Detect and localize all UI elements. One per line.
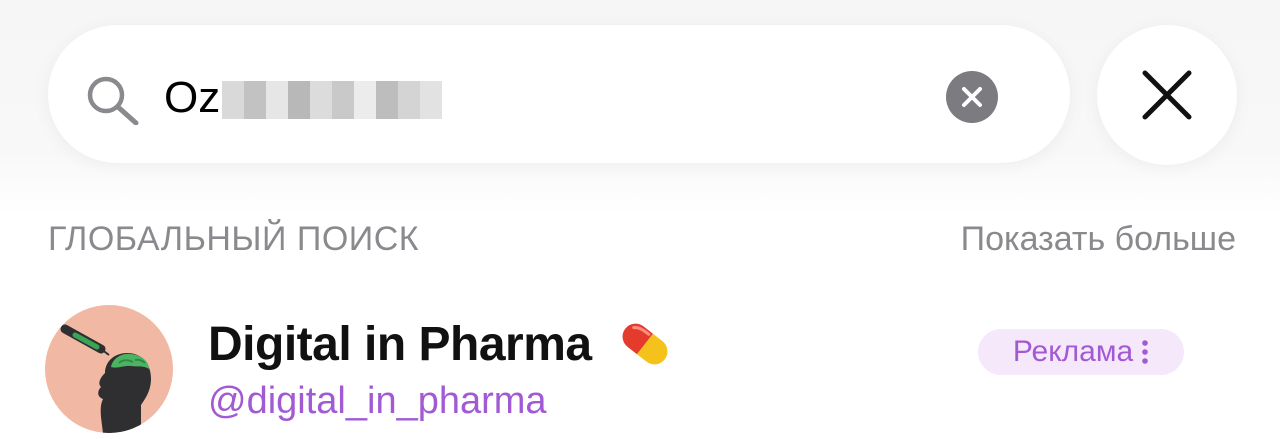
ad-badge[interactable]: Реклама xyxy=(978,329,1184,375)
search-query-text: Oz xyxy=(164,73,221,122)
channel-handle[interactable]: @digital_in_pharma xyxy=(208,380,547,423)
close-search-button[interactable] xyxy=(1097,25,1237,165)
clear-search-button[interactable] xyxy=(946,71,998,123)
pill-icon xyxy=(622,323,668,365)
redacted-query-text xyxy=(222,81,443,119)
ad-badge-label: Реклама xyxy=(1012,335,1134,368)
channel-avatar[interactable] xyxy=(45,305,173,433)
search-icon xyxy=(87,76,139,125)
result-title-row[interactable]: Digital in Pharma xyxy=(208,312,678,376)
brain-head-icon xyxy=(45,305,173,433)
more-vertical-icon xyxy=(1142,340,1148,364)
channel-name: Digital in Pharma xyxy=(208,317,592,371)
clear-icon xyxy=(962,87,982,107)
section-title: ГЛОБАЛЬНЫЙ ПОИСК xyxy=(48,220,420,258)
search-input[interactable]: Oz xyxy=(164,70,443,126)
close-icon xyxy=(1142,70,1192,120)
show-more-link[interactable]: Показать больше xyxy=(961,220,1236,259)
